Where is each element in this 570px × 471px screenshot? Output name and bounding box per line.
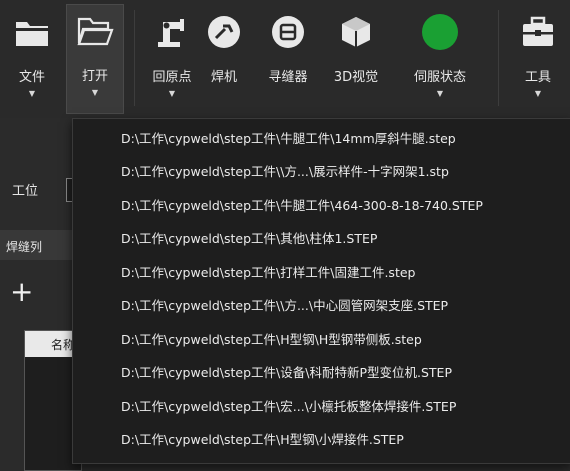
chevron-down-icon: ▼ <box>534 89 542 98</box>
station-label: 工位 <box>12 184 39 199</box>
chevron-down-icon: ▼ <box>28 89 36 98</box>
add-weld-button[interactable]: + <box>10 278 33 306</box>
welder-label: 焊机 <box>210 70 237 85</box>
tools-label: 工具 <box>524 70 551 85</box>
servo-status-button[interactable]: 伺服状态 ▼ <box>408 6 472 114</box>
recent-file-item[interactable]: D:\工作\cypweld\step工件\H型钢\小焊接件.STEP <box>121 424 404 456</box>
weld-list-header: 焊缝列 <box>0 230 80 260</box>
cube-icon <box>336 10 376 54</box>
file-menu-button[interactable]: 文件 ▼ <box>10 6 54 114</box>
tools-button[interactable]: 工具 ▼ <box>516 6 560 114</box>
weld-list-label: 焊缝列 <box>6 240 43 254</box>
recent-file-item[interactable]: D:\工作\cypweld\step工件\其他\柱体1.STEP <box>121 223 377 255</box>
seam-finder-icon <box>268 10 308 54</box>
recent-file-item[interactable]: D:\工作\cypweld\step工件\设备\科耐特新P型变位机.STEP <box>121 357 452 389</box>
servo-status-label: 伺服状态 <box>413 70 466 85</box>
open-label: 打开 <box>81 69 108 84</box>
toolbar-separator <box>134 10 135 106</box>
robot-arm-icon <box>152 10 192 54</box>
recent-files-menu: D:\工作\cypweld\step工件\牛腿工件\14mm厚斜牛腿.step … <box>72 118 570 464</box>
home-position-button[interactable]: 回原点 ▼ <box>144 6 200 114</box>
recent-file-item[interactable]: D:\工作\cypweld\step工件\\方...\展示样件-十字网架1.st… <box>121 156 449 188</box>
recent-file-item[interactable]: D:\工作\cypweld\step工件\宏...\小檩托板整体焊接件.STEP <box>121 391 456 423</box>
recent-file-item[interactable]: D:\工作\cypweld\step工件\H型钢\H型钢带侧板.step <box>121 324 422 356</box>
main-toolbar: 文件 ▼ 打开 ▼ 回原点 ▼ 焊机 寻缝器 3D视觉 伺服状态 ▼ 工具 ▼ <box>0 0 570 119</box>
toolbox-icon <box>518 10 558 54</box>
folder-icon <box>12 10 52 54</box>
recent-file-item[interactable]: D:\工作\cypweld\step工件\打样工件\固建工件.step <box>121 257 415 289</box>
seam-finder-label: 寻缝器 <box>268 70 308 85</box>
status-dot-icon <box>420 10 460 54</box>
chevron-down-icon: ▼ <box>91 88 99 97</box>
file-label: 文件 <box>18 70 45 85</box>
toolbar-separator <box>498 10 499 106</box>
open-menu-button[interactable]: 打开 ▼ <box>66 4 124 114</box>
welder-button[interactable]: 焊机 <box>204 6 244 114</box>
chevron-down-icon: ▼ <box>436 89 444 98</box>
chevron-down-icon: ▼ <box>168 89 176 98</box>
folder-open-icon <box>75 9 115 53</box>
recent-file-item[interactable]: D:\工作\cypweld\step工件\牛腿工件\14mm厚斜牛腿.step <box>121 123 456 155</box>
welder-icon <box>204 10 244 54</box>
home-position-label: 回原点 <box>152 70 192 85</box>
recent-file-item[interactable]: D:\工作\cypweld\step工件\\方...\中心圆管网架支座.STEP <box>121 290 448 322</box>
3d-vision-label: 3D视觉 <box>333 70 379 85</box>
recent-file-item[interactable]: D:\工作\cypweld\step工件\牛腿工件\464-300-8-18-7… <box>121 190 483 222</box>
3d-vision-button[interactable]: 3D视觉 <box>328 6 384 114</box>
left-panel: 工位 焊缝列 + 名称 <box>0 118 82 471</box>
seam-finder-button[interactable]: 寻缝器 <box>260 6 316 114</box>
